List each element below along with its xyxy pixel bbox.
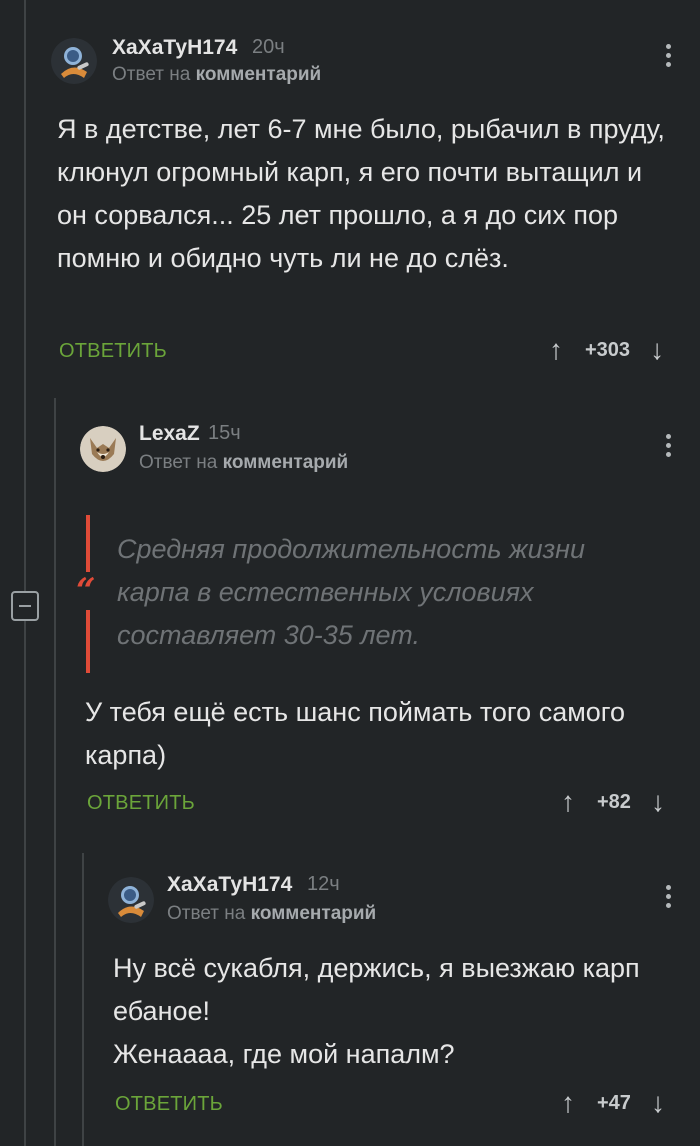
comment-score: +47: [597, 1091, 631, 1114]
astronaut-avatar-icon[interactable]: [108, 877, 154, 923]
reply-to-target[interactable]: комментарий: [251, 903, 377, 924]
comment-text-line: Ну всё сукабля, держись, я выезжаю карп …: [113, 953, 640, 1026]
arrow-down-icon[interactable]: ↓: [651, 1089, 665, 1117]
reply-to-prefix: Ответ на: [167, 903, 246, 924]
comment-3: ХаХаТуН174 12ч Ответ на комментарий Ну в…: [0, 0, 700, 1146]
reply-to-link[interactable]: Ответ на комментарий: [167, 903, 376, 925]
vote-controls: ↑ +47 ↓: [561, 1089, 665, 1117]
more-vertical-icon[interactable]: [663, 885, 673, 915]
reply-button[interactable]: ОТВЕТИТЬ: [115, 1093, 223, 1116]
comment-text: Ну всё сукабля, держись, я выезжаю карп …: [113, 947, 658, 1076]
comment-author[interactable]: ХаХаТуН174: [167, 873, 292, 897]
arrow-up-icon[interactable]: ↑: [561, 1089, 575, 1117]
comment-text-line: Женаааа, где мой напалм?: [113, 1039, 455, 1069]
comment-time: 12ч: [307, 873, 340, 895]
